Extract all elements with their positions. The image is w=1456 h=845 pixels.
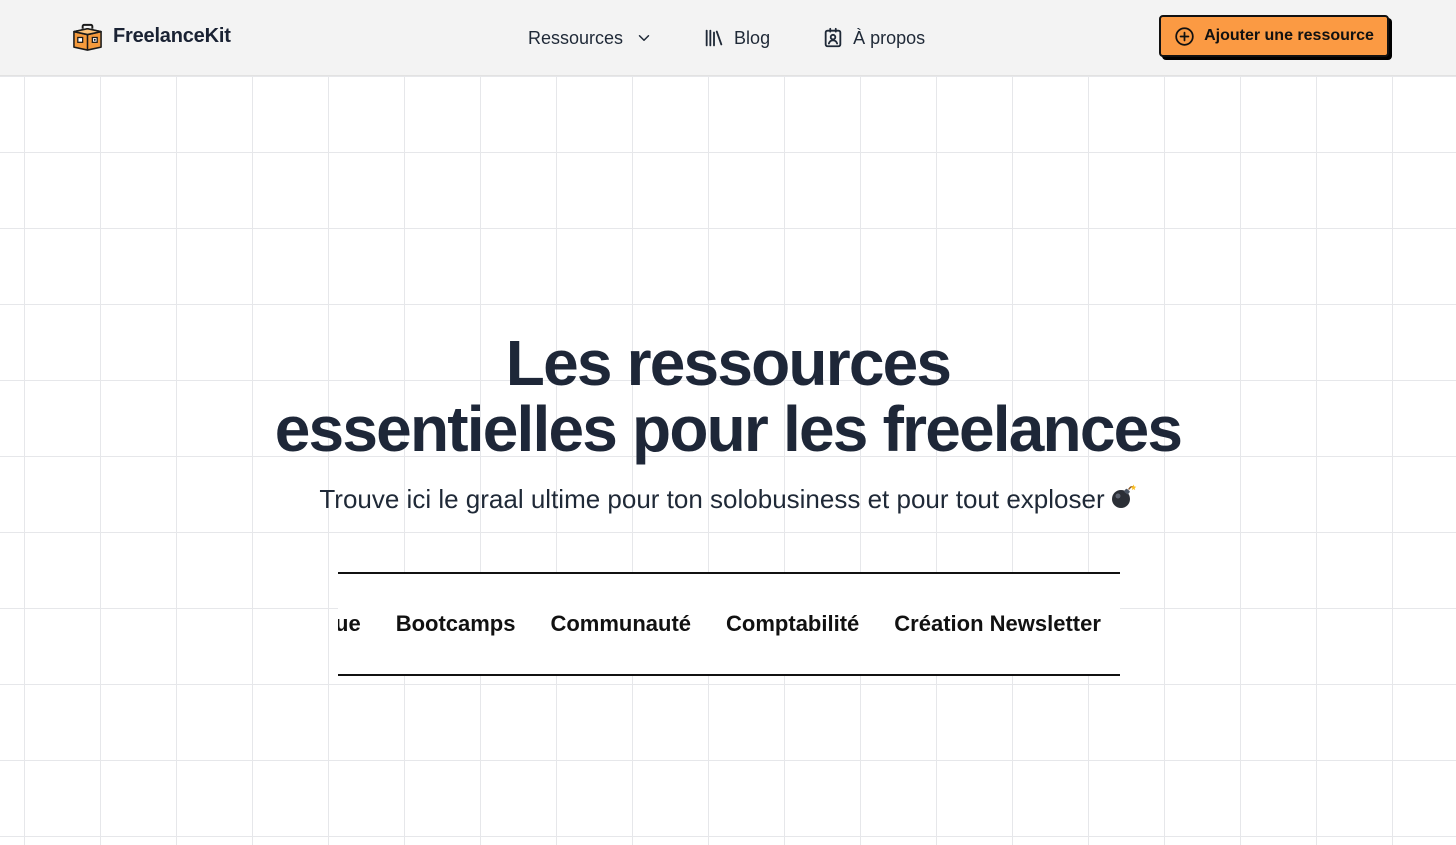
nav-item-label: Ressources [528, 27, 624, 48]
nav-item-blog[interactable]: Blog [703, 27, 770, 49]
category-item[interactable]: Bootcamps [396, 611, 516, 637]
hero-title: Les ressources essentielles pour les fre… [0, 330, 1456, 462]
plus-circle-icon [1175, 26, 1194, 46]
category-item[interactable]: Banque [338, 611, 361, 637]
add-resource-button[interactable]: Ajouter une ressource [1159, 15, 1389, 57]
category-item[interactable]: Comptabilité [726, 611, 859, 637]
chevron-down-icon [638, 35, 650, 41]
hero-title-line-1: Les ressources [505, 327, 952, 399]
add-resource-button-wrap: Ajouter une ressource [1159, 15, 1392, 60]
bomb-icon [1111, 484, 1136, 508]
hero-title-line-2: essentielles pour les freelances [274, 393, 1183, 465]
site-header: FreelanceKit Ressources Blog À propos Aj… [0, 0, 1456, 76]
main-nav: Ressources Blog À propos [528, 0, 925, 76]
nav-item-label: Blog [734, 27, 771, 48]
page: FreelanceKit Ressources Blog À propos Aj… [0, 0, 1456, 845]
contact-card-icon [824, 27, 842, 48]
add-resource-label: Ajouter une ressource [1204, 27, 1374, 44]
nav-item-a-propos[interactable]: À propos [822, 27, 925, 49]
category-marquee: Banque Bootcamps Communauté Comptabilité Cré… [338, 572, 1120, 676]
hero-subtitle: Trouve ici le graal ultime pour ton solo… [319, 484, 1105, 514]
brand-logo-link[interactable]: FreelanceKit [72, 21, 231, 52]
brand-name: FreelanceKit [113, 25, 231, 47]
nav-item-label: À propos [853, 27, 926, 48]
category-item[interactable]: Création Newsletter [894, 611, 1101, 637]
nav-item-ressources[interactable]: Ressources [528, 28, 653, 49]
hero-subtitle-wrap: Trouve ici le graal ultime pour ton solo… [0, 483, 1456, 515]
category-track: Banque Bootcamps Communauté Comptabilité Cré… [338, 574, 1120, 674]
toolbox-icon [73, 23, 102, 51]
library-books-icon [705, 29, 723, 47]
category-item[interactable]: Communauté [550, 611, 691, 637]
